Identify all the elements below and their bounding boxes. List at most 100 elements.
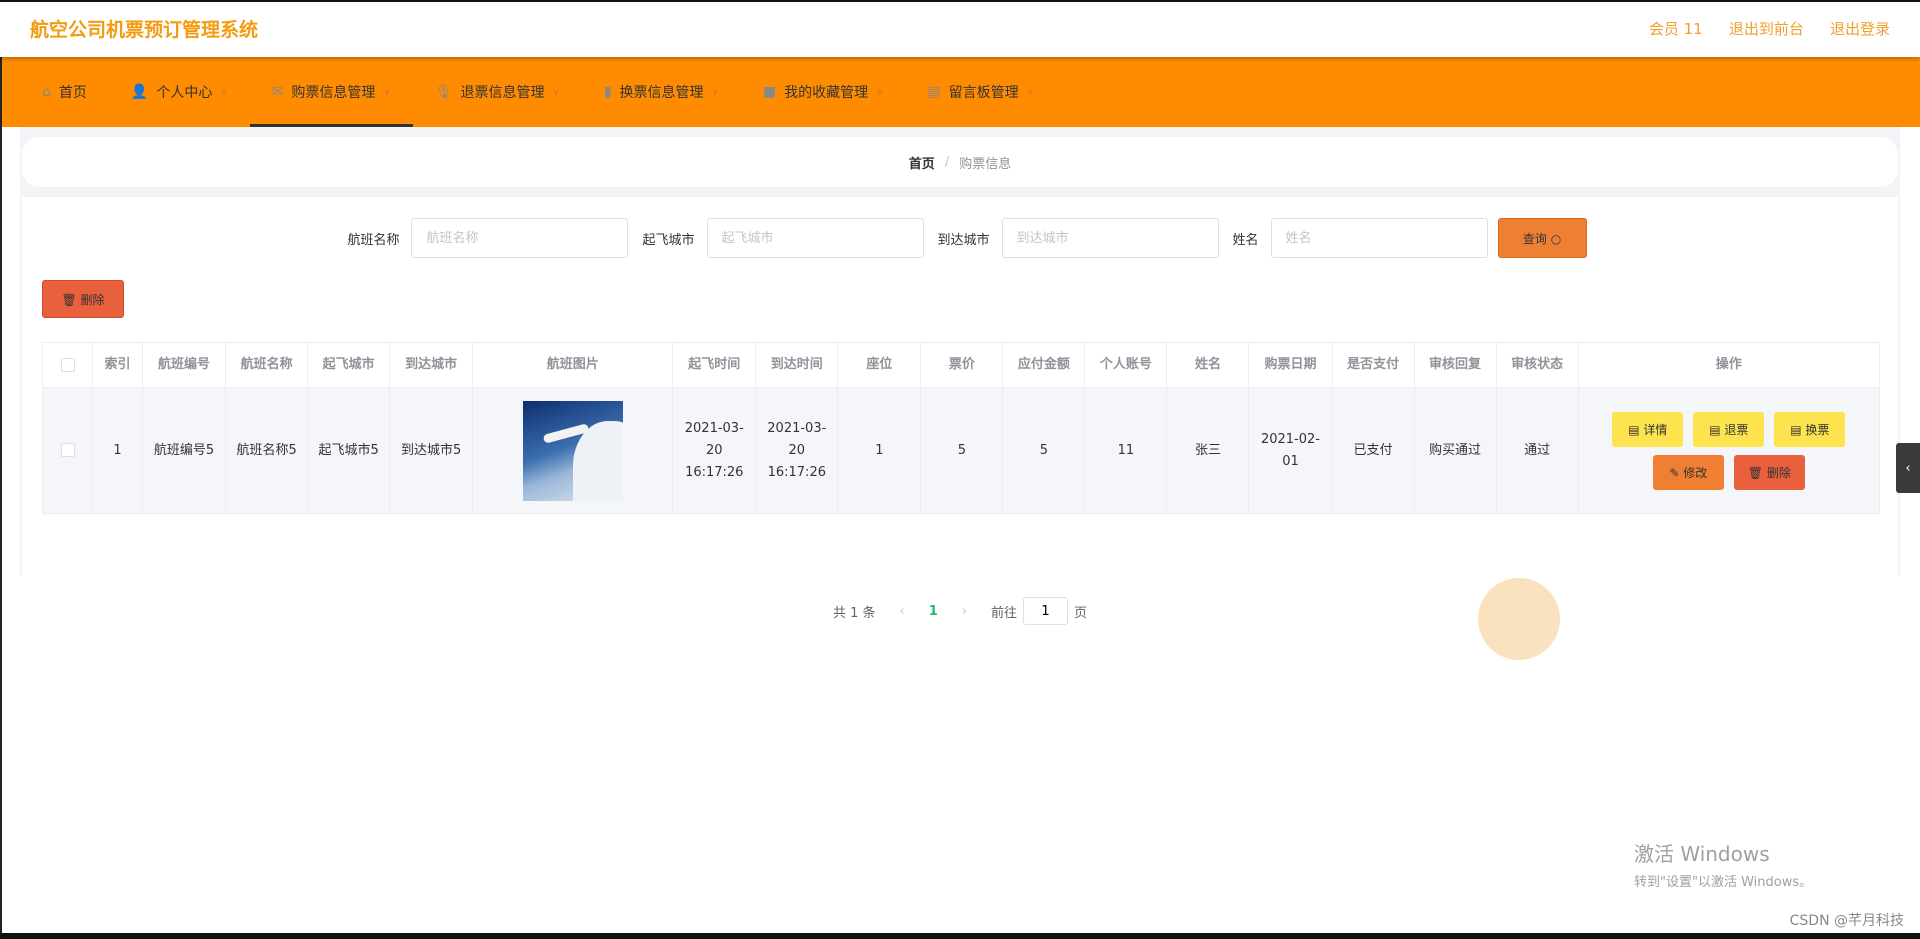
column-header: 到达时间: [755, 342, 839, 388]
column-header: 航班名称: [225, 342, 309, 388]
content-area: 首页 / 购票信息 航班名称 起飞城市 到达城市 姓名 查询 ○ 🗑 删除 索引…: [20, 127, 1900, 660]
table-cell: 航班编号5: [142, 387, 227, 514]
table-cell: 航班名称5: [225, 387, 309, 514]
table-cell: 1: [837, 387, 922, 514]
goto-page-input[interactable]: [1023, 597, 1068, 625]
table-row: 1 航班编号5 航班名称5 起飞城市5 到达城市5 2021-03-20 16:17:26…: [41, 387, 1881, 514]
breadcrumb: 首页 / 购票信息: [22, 137, 1898, 187]
nav-message-board-management[interactable]: ▤ 留言板管理 ∨: [905, 57, 1056, 127]
chevron-down-icon: ∨: [711, 86, 719, 98]
chevron-down-icon: ∨: [876, 86, 884, 98]
exchange-button[interactable]: ▤ 换票: [1774, 411, 1846, 447]
column-header: 个人账号: [1084, 342, 1168, 388]
name-label: 姓名: [1232, 232, 1259, 248]
table-cell: 5: [1002, 387, 1086, 514]
nav-purchase-management[interactable]: ✉ 购票信息管理 ∨: [249, 57, 413, 127]
departure-city-input[interactable]: [706, 218, 924, 258]
notebook-icon: ▤: [927, 84, 941, 100]
chevron-down-icon: ∨: [383, 86, 391, 98]
breadcrumb-current: 购票信息: [959, 156, 1012, 172]
csdn-credit: CSDN @芊月科技: [1789, 913, 1904, 929]
row-actions: ▤ 详情 ▤ 退票 ▤ 换票 ✎ 修改 🗑 删除: [1609, 411, 1849, 490]
mail-icon: ✉: [271, 84, 284, 100]
chart-icon: ▮: [603, 84, 612, 100]
breadcrumb-home[interactable]: 首页: [909, 153, 935, 172]
column-header: 航班编号: [142, 342, 227, 388]
query-button[interactable]: 查询 ○: [1497, 218, 1587, 258]
table-header-row: 索引 航班编号 航班名称 起飞城市 到达城市 航班图片 起飞时间 到达时间 座位 票价 应付金额 个人…: [41, 342, 1881, 388]
table-cell: 起飞城市5: [307, 387, 391, 514]
microphone-icon: 🎙: [434, 84, 453, 100]
column-header: 索引: [92, 342, 144, 388]
name-input[interactable]: [1270, 218, 1488, 258]
next-page-icon[interactable]: ›: [962, 604, 967, 619]
bottom-bar: [0, 933, 1920, 939]
main-panel: 航班名称 起飞城市 到达城市 姓名 查询 ○ 🗑 删除 索引航班编号航班名称起飞…: [22, 197, 1898, 660]
edit-button[interactable]: ✎ 修改: [1652, 454, 1724, 490]
arrival-city-input[interactable]: [1001, 218, 1219, 258]
table-cell: 到达城市5: [389, 387, 474, 514]
logout-link[interactable]: 退出登录: [1830, 20, 1890, 38]
arrival-city-label: 到达城市: [937, 232, 990, 248]
goto-label: 前往: [990, 605, 1017, 621]
chevron-left-icon: ‹: [1905, 460, 1911, 476]
prev-page-icon[interactable]: ‹: [900, 604, 905, 619]
nav-label: 我的收藏管理: [784, 85, 869, 101]
user-label[interactable]: 会员 11: [1649, 20, 1703, 38]
chevron-down-icon: ∨: [552, 86, 560, 98]
flight-name-input[interactable]: [411, 218, 629, 258]
table-cell: 2021-03-20 16:17:26: [755, 387, 839, 514]
select-all-cell: [41, 342, 94, 388]
column-header: 应付金额: [1002, 342, 1086, 388]
user-icon: 👤: [130, 84, 149, 100]
nav-exchange-management[interactable]: ▮ 换票信息管理 ∨: [582, 57, 741, 127]
column-header: 票价: [920, 342, 1004, 388]
page-number[interactable]: 1: [929, 604, 938, 619]
page-suffix: 页: [1074, 605, 1088, 621]
watermark-subtitle: 转到"设置"以激活 Windows。: [1634, 875, 1813, 890]
table-cell: 11: [1084, 387, 1168, 514]
detail-button[interactable]: ▤ 详情: [1612, 411, 1684, 447]
nav-refund-management[interactable]: 🎙 退票信息管理 ∨: [413, 57, 582, 127]
ticket-table: 索引 航班编号 航班名称 起飞城市 到达城市 航班图片 起飞时间 到达时间 座位 票价 应付金额 个人…: [41, 342, 1881, 514]
pagination-total: 共 1 条: [832, 605, 876, 621]
nav-label: 个人中心: [156, 85, 213, 101]
table-cell: 2021-03-20 16:17:26: [672, 387, 757, 514]
flight-image: [522, 400, 623, 501]
nav-home[interactable]: ⌂ 首页: [20, 57, 109, 127]
nav-label: 退票信息管理: [460, 85, 545, 101]
select-all-checkbox[interactable]: [60, 357, 75, 372]
nav-label: 换票信息管理: [619, 85, 704, 101]
delete-button[interactable]: 🗑 删除: [1733, 454, 1805, 490]
column-header: 起飞城市: [307, 342, 391, 388]
column-header: 审核回复: [1413, 342, 1497, 388]
table-cell: 2021-02-01: [1248, 387, 1333, 514]
table-cell: 1: [92, 387, 144, 514]
column-header: 座位: [837, 342, 922, 388]
column-header: 操作: [1577, 342, 1881, 388]
back-to-frontend-link[interactable]: 退出到前台: [1729, 20, 1804, 38]
nav-label: 购票信息管理: [291, 85, 376, 101]
column-header: 审核状态: [1495, 342, 1579, 388]
home-icon: ⌂: [42, 84, 51, 100]
batch-delete-button[interactable]: 🗑 删除: [42, 280, 124, 318]
row-checkbox[interactable]: [60, 443, 75, 457]
flight-name-label: 航班名称: [347, 232, 400, 248]
column-header: 起飞时间: [672, 342, 757, 388]
nav-label: 留言板管理: [948, 85, 1019, 101]
drawer-toggle[interactable]: ‹: [1896, 443, 1920, 493]
column-header: 购票日期: [1248, 342, 1333, 388]
search-form: 航班名称 起飞城市 到达城市 姓名 查询 ○: [22, 218, 1898, 258]
departure-city-label: 起飞城市: [642, 232, 695, 248]
flight-image-cell: [472, 387, 674, 514]
watermark-title: 激活 Windows: [1634, 842, 1770, 866]
nav-label: 首页: [58, 85, 87, 101]
top-header: 航空公司机票预订管理系统 会员 11 退出到前台 退出登录: [0, 0, 1920, 57]
refund-button[interactable]: ▤ 退票: [1693, 411, 1765, 447]
actions-cell: ▤ 详情 ▤ 退票 ▤ 换票 ✎ 修改 🗑 删除: [1577, 387, 1881, 514]
pagination: 共 1 条 ‹ 1 › 前往 页: [22, 597, 1898, 625]
column-header: 到达城市: [389, 342, 474, 388]
table-cell: 购买通过: [1413, 387, 1497, 514]
nav-favorites-management[interactable]: ■ 我的收藏管理 ∨: [741, 57, 906, 127]
nav-personal-center[interactable]: 👤 个人中心 ∨: [109, 57, 250, 127]
